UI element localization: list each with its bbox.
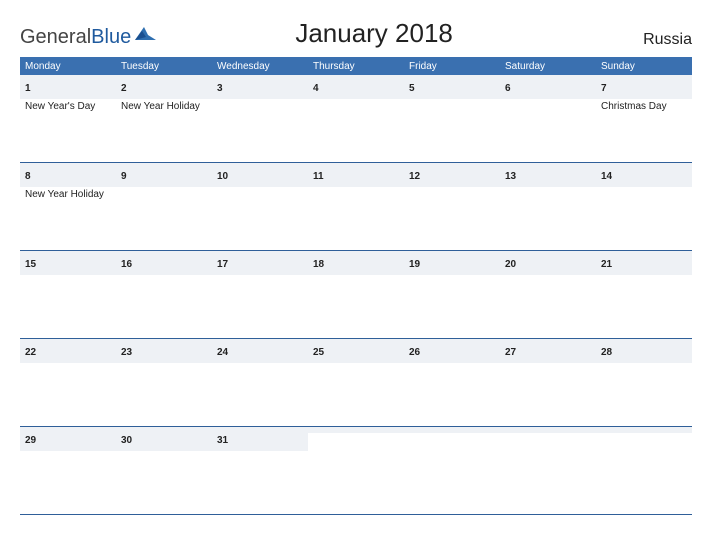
calendar-day: 14 xyxy=(596,163,692,250)
calendar-day: 2 New Year Holiday xyxy=(116,75,212,162)
weekday-label: Tuesday xyxy=(116,57,212,75)
day-number: 16 xyxy=(121,259,132,270)
calendar-day: 30 xyxy=(116,427,212,514)
calendar-grid: 1 New Year's Day 2 New Year Holiday 3 4 5 6 7 Chr… xyxy=(20,75,692,515)
weekday-header: Monday Tuesday Wednesday Thursday Friday… xyxy=(20,57,692,75)
calendar-day: 27 xyxy=(500,339,596,426)
day-number: 8 xyxy=(25,171,31,182)
brand-logo: GeneralBlue xyxy=(20,25,156,49)
day-number: 27 xyxy=(505,347,516,358)
calendar-day xyxy=(500,427,596,514)
calendar-day: 18 xyxy=(308,251,404,338)
calendar-week: 8 New Year Holiday 9 10 11 12 13 14 xyxy=(20,163,692,251)
day-number: 3 xyxy=(217,83,223,94)
day-number: 5 xyxy=(409,83,415,94)
day-number: 29 xyxy=(25,435,36,446)
day-event: New Year Holiday xyxy=(121,101,207,113)
brand-part2: Blue xyxy=(91,26,131,49)
day-number: 2 xyxy=(121,83,127,94)
calendar-day: 31 xyxy=(212,427,308,514)
day-number: 21 xyxy=(601,259,612,270)
day-event: Christmas Day xyxy=(601,101,687,113)
calendar-day: 16 xyxy=(116,251,212,338)
day-number: 22 xyxy=(25,347,36,358)
day-number: 12 xyxy=(409,171,420,182)
day-number: 18 xyxy=(313,259,324,270)
day-number: 6 xyxy=(505,83,511,94)
calendar-day: 13 xyxy=(500,163,596,250)
calendar-week: 15 16 17 18 19 20 21 xyxy=(20,251,692,339)
calendar-week: 1 New Year's Day 2 New Year Holiday 3 4 5 6 7 Chr… xyxy=(20,75,692,163)
calendar-day: 9 xyxy=(116,163,212,250)
day-number: 13 xyxy=(505,171,516,182)
day-number: 7 xyxy=(601,83,607,94)
calendar-day: 26 xyxy=(404,339,500,426)
calendar-day xyxy=(404,427,500,514)
weekday-label: Wednesday xyxy=(212,57,308,75)
day-event: New Year Holiday xyxy=(25,189,111,201)
logo-icon xyxy=(134,25,156,49)
calendar-day: 11 xyxy=(308,163,404,250)
calendar-day: 10 xyxy=(212,163,308,250)
weekday-label: Saturday xyxy=(500,57,596,75)
calendar-day xyxy=(596,427,692,514)
calendar-day: 12 xyxy=(404,163,500,250)
day-number: 11 xyxy=(313,171,324,182)
weekday-label: Friday xyxy=(404,57,500,75)
calendar-day: 20 xyxy=(500,251,596,338)
day-event: New Year's Day xyxy=(25,101,111,113)
day-number: 25 xyxy=(313,347,324,358)
calendar-day: 21 xyxy=(596,251,692,338)
day-number: 28 xyxy=(601,347,612,358)
calendar-day: 24 xyxy=(212,339,308,426)
day-number: 24 xyxy=(217,347,228,358)
calendar-day: 6 xyxy=(500,75,596,162)
weekday-label: Sunday xyxy=(596,57,692,75)
country-label: Russia xyxy=(592,31,692,49)
calendar-day: 22 xyxy=(20,339,116,426)
day-number: 20 xyxy=(505,259,516,270)
weekday-label: Thursday xyxy=(308,57,404,75)
day-number: 10 xyxy=(217,171,228,182)
day-number: 26 xyxy=(409,347,420,358)
calendar-title: January 2018 xyxy=(156,18,592,49)
calendar-day: 28 xyxy=(596,339,692,426)
day-number: 1 xyxy=(25,83,31,94)
day-number: 23 xyxy=(121,347,132,358)
calendar-day: 25 xyxy=(308,339,404,426)
calendar-day: 4 xyxy=(308,75,404,162)
day-number: 30 xyxy=(121,435,132,446)
calendar-day xyxy=(308,427,404,514)
weekday-label: Monday xyxy=(20,57,116,75)
header: GeneralBlue January 2018 Russia xyxy=(20,18,692,49)
calendar-day: 5 xyxy=(404,75,500,162)
day-number: 9 xyxy=(121,171,127,182)
calendar-day: 19 xyxy=(404,251,500,338)
day-number: 31 xyxy=(217,435,228,446)
calendar-day: 3 xyxy=(212,75,308,162)
calendar-day: 29 xyxy=(20,427,116,514)
calendar-day: 23 xyxy=(116,339,212,426)
brand-part1: General xyxy=(20,26,91,49)
day-number: 4 xyxy=(313,83,319,94)
day-number: 15 xyxy=(25,259,36,270)
day-number: 14 xyxy=(601,171,612,182)
calendar-day: 15 xyxy=(20,251,116,338)
calendar-day: 7 Christmas Day xyxy=(596,75,692,162)
calendar-day: 1 New Year's Day xyxy=(20,75,116,162)
calendar-day: 8 New Year Holiday xyxy=(20,163,116,250)
calendar-week: 29 30 31 xyxy=(20,427,692,515)
calendar-day: 17 xyxy=(212,251,308,338)
calendar-week: 22 23 24 25 26 27 28 xyxy=(20,339,692,427)
day-number: 17 xyxy=(217,259,228,270)
day-number: 19 xyxy=(409,259,420,270)
